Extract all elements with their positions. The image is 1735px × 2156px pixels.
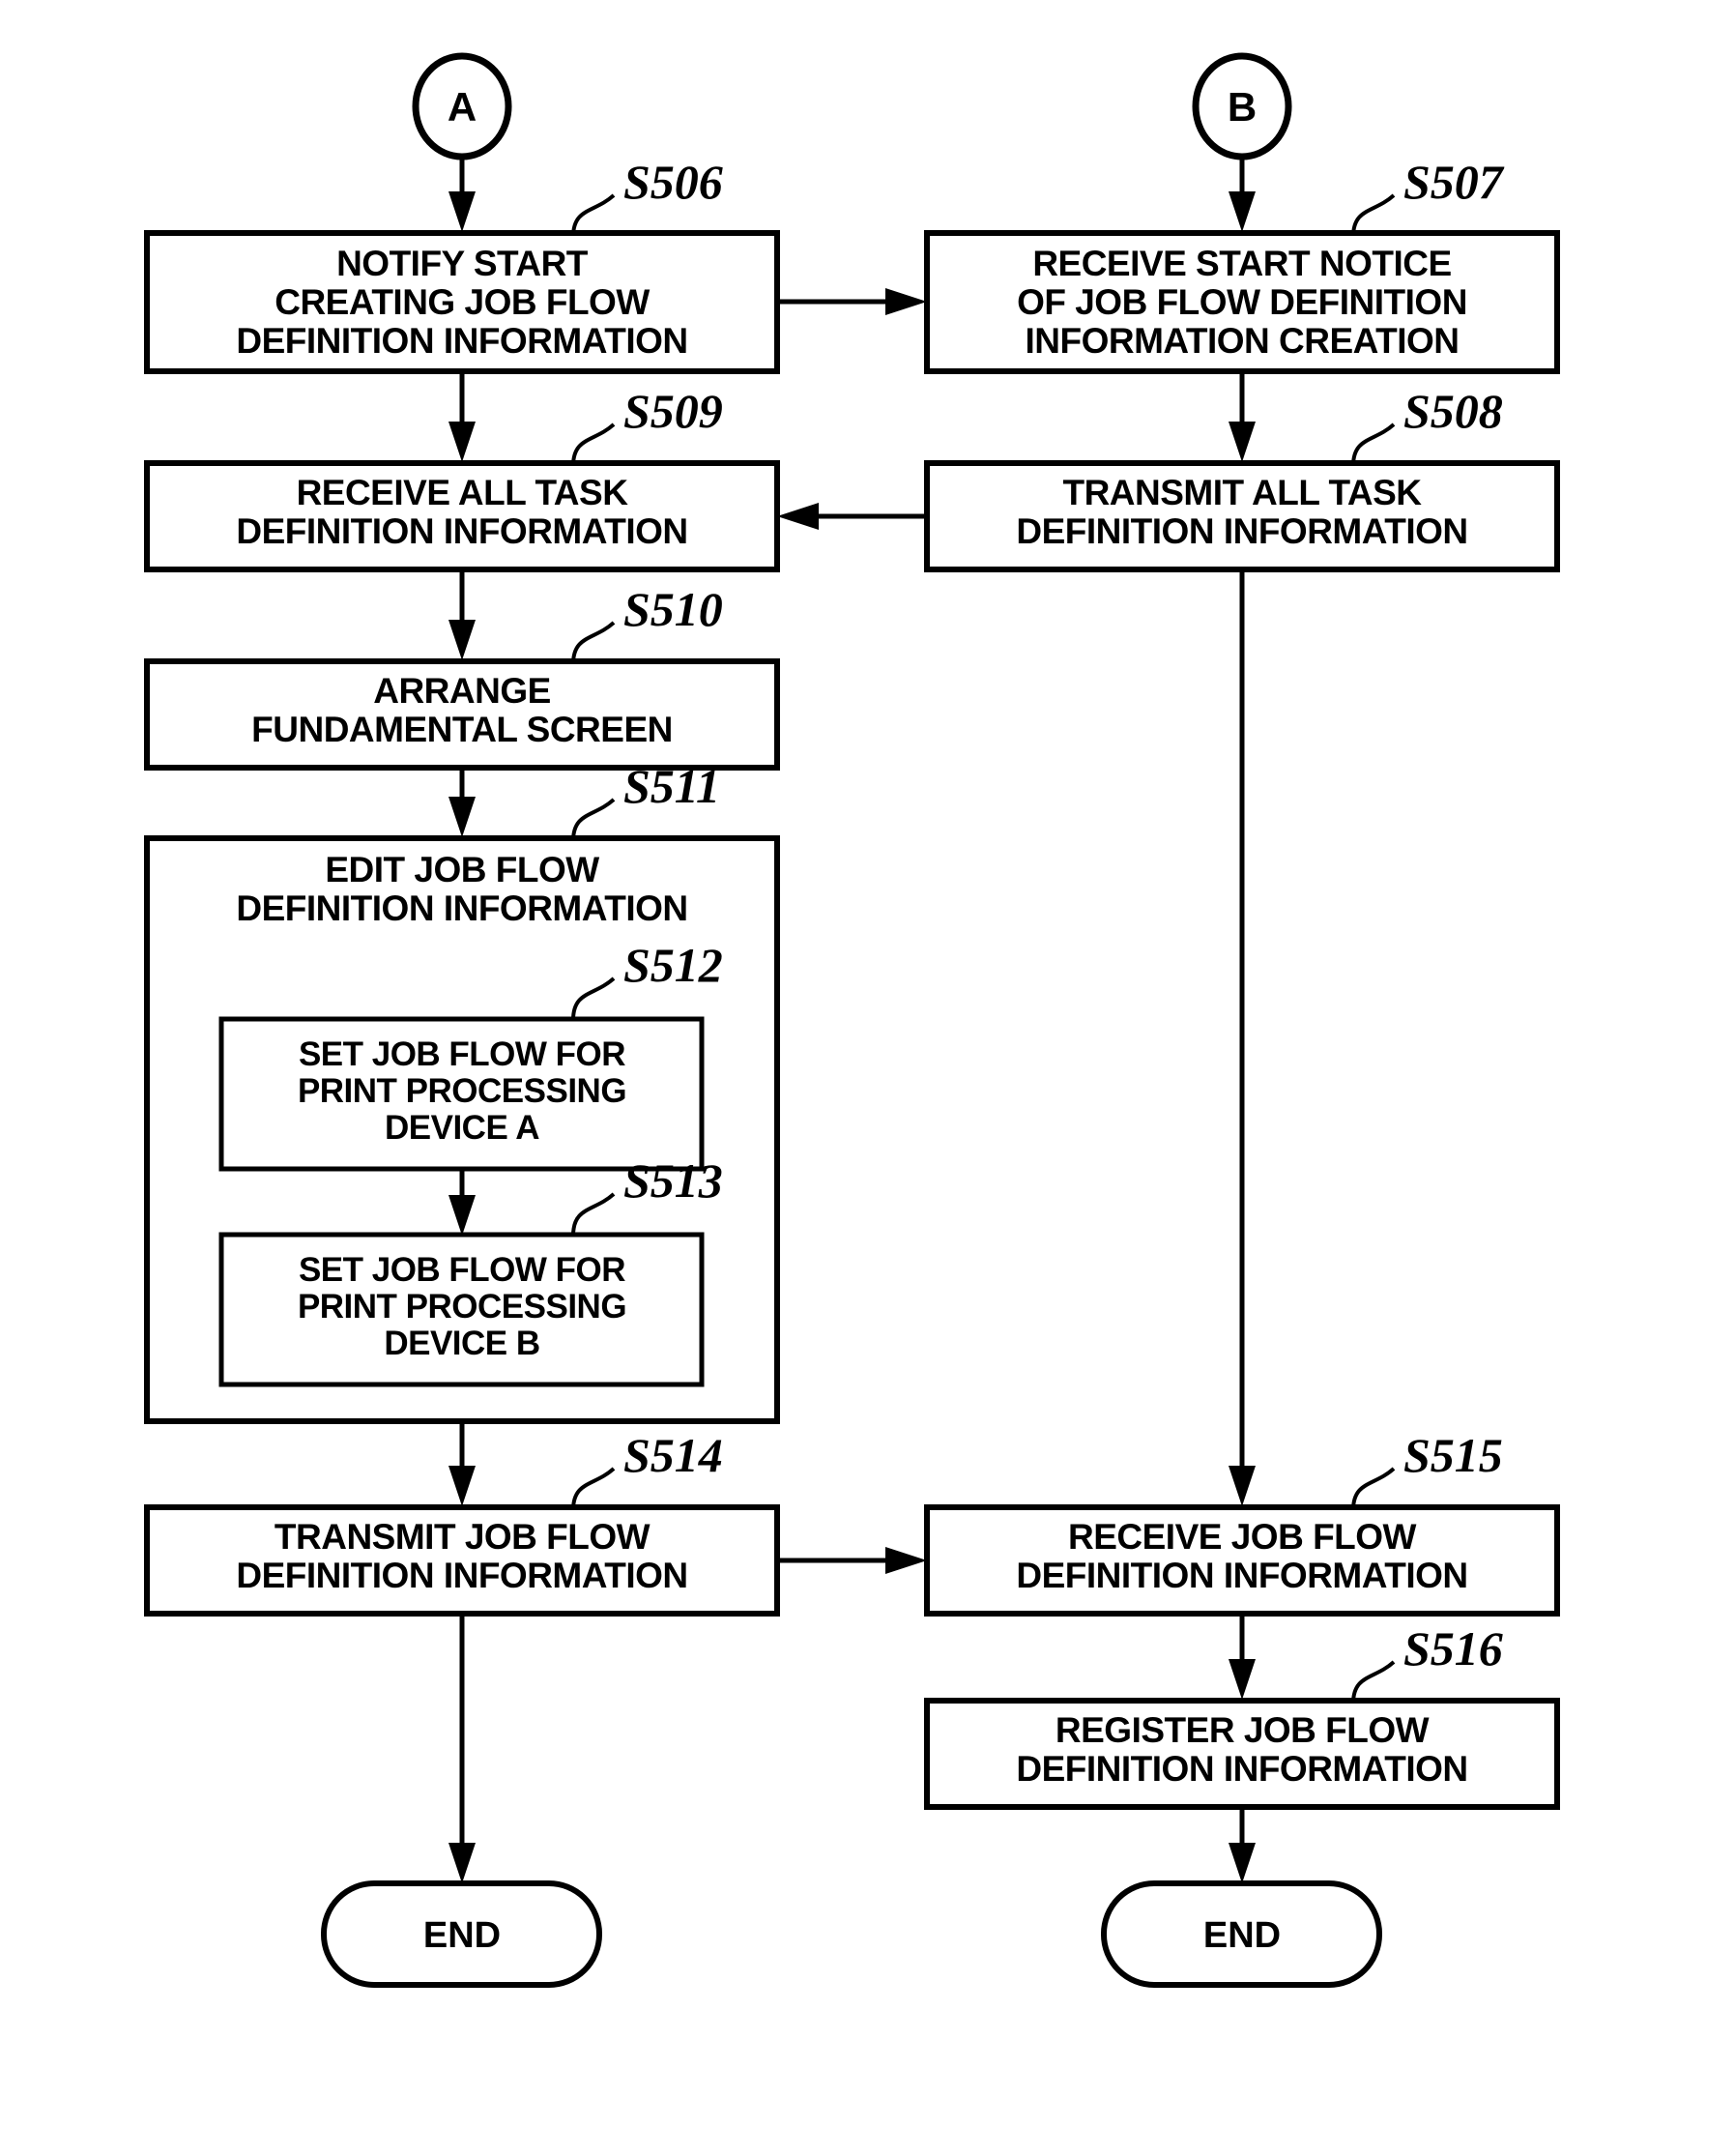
node-s516-line-2: DEFINITION INFORMATION: [1016, 1749, 1467, 1789]
step-label-s509-text: S509: [623, 384, 723, 438]
node-s508-line-2: DEFINITION INFORMATION: [1016, 511, 1467, 551]
node-s507: RECEIVE START NOTICE OF JOB FLOW DEFINIT…: [924, 230, 1560, 374]
edge-s515-to-s516: [1229, 1614, 1256, 1700]
node-s511-line-2: DEFINITION INFORMATION: [236, 889, 687, 928]
node-s516: REGISTER JOB FLOW DEFINITION INFORMATION: [924, 1698, 1560, 1810]
node-s513-line-2: PRINT PROCESSING: [298, 1288, 626, 1326]
node-s509: RECEIVE ALL TASK DEFINITION INFORMATION: [144, 460, 780, 572]
edge-s506-to-s507: [777, 288, 927, 315]
node-s507-line-2: OF JOB FLOW DEFINITION: [1017, 282, 1467, 322]
node-s513-line-1: SET JOB FLOW FOR: [299, 1251, 625, 1289]
node-s514-line-1: TRANSMIT JOB FLOW: [275, 1517, 651, 1557]
step-label-s509: S509: [571, 384, 723, 467]
node-s512-line-3: DEVICE A: [385, 1109, 539, 1147]
node-s506: NOTIFY START CREATING JOB FLOW DEFINITIO…: [144, 230, 780, 374]
step-label-s515: S515: [1351, 1428, 1503, 1511]
connector-a: A: [412, 52, 512, 160]
edge-s506-to-s509: [448, 371, 476, 462]
edge-s507-to-s508: [1229, 371, 1256, 462]
step-label-s508: S508: [1351, 384, 1503, 467]
edge-conn-b-to-s507: [1229, 158, 1256, 232]
node-s515: RECEIVE JOB FLOW DEFINITION INFORMATION: [924, 1504, 1560, 1617]
node-s514-line-2: DEFINITION INFORMATION: [236, 1556, 687, 1595]
node-s511-line-1: EDIT JOB FLOW: [325, 850, 599, 889]
step-label-s506-text: S506: [623, 155, 723, 209]
node-end-left: END: [321, 1880, 602, 1988]
step-label-s510-text: S510: [623, 582, 723, 636]
step-label-s508-text: S508: [1403, 384, 1503, 438]
edge-s510-to-s511: [448, 768, 476, 837]
node-s506-line-2: CREATING JOB FLOW: [275, 282, 650, 322]
node-s514: TRANSMIT JOB FLOW DEFINITION INFORMATION: [144, 1504, 780, 1617]
edge-s511-to-s514: [448, 1421, 476, 1506]
step-label-s513-text: S513: [623, 1153, 723, 1208]
step-label-s511: S511: [571, 759, 720, 842]
step-label-s512-text: S512: [623, 938, 723, 992]
edge-s508-to-s515: [1229, 569, 1256, 1506]
node-s512-line-2: PRINT PROCESSING: [298, 1072, 626, 1110]
connector-a-label: A: [448, 84, 477, 130]
node-s507-line-1: RECEIVE START NOTICE: [1032, 244, 1451, 283]
step-label-s507-text: S507: [1403, 155, 1505, 209]
node-s507-line-3: INFORMATION CREATION: [1025, 321, 1459, 361]
node-s515-line-2: DEFINITION INFORMATION: [1016, 1556, 1467, 1595]
node-s513: SET JOB FLOW FOR PRINT PROCESSING DEVICE…: [218, 1232, 705, 1387]
node-end-right-label: END: [1203, 1915, 1281, 1956]
node-s512-line-1: SET JOB FLOW FOR: [299, 1035, 625, 1073]
node-s509-line-2: DEFINITION INFORMATION: [236, 511, 687, 551]
node-s516-line-1: REGISTER JOB FLOW: [1055, 1710, 1430, 1750]
node-s515-line-1: RECEIVE JOB FLOW: [1068, 1517, 1417, 1557]
connector-b-label: B: [1228, 84, 1257, 130]
connector-b: B: [1192, 52, 1292, 160]
step-label-s511-text: S511: [623, 759, 720, 813]
edge-s508-to-s509: [777, 503, 927, 530]
flowchart-canvas: A B S506 NOTIFY START CREATING JOB FLOW …: [0, 0, 1735, 2156]
step-label-s514: S514: [571, 1428, 723, 1511]
edge-s514-to-s515: [777, 1547, 927, 1574]
node-s508-line-1: TRANSMIT ALL TASK: [1062, 473, 1422, 512]
node-s508: TRANSMIT ALL TASK DEFINITION INFORMATION: [924, 460, 1560, 572]
step-label-s516: S516: [1351, 1621, 1503, 1704]
node-s512: SET JOB FLOW FOR PRINT PROCESSING DEVICE…: [218, 1016, 705, 1172]
step-label-s515-text: S515: [1403, 1428, 1503, 1482]
node-s510-line-1: ARRANGE: [373, 671, 551, 711]
step-label-s514-text: S514: [623, 1428, 723, 1482]
node-s510-line-2: FUNDAMENTAL SCREEN: [251, 710, 673, 749]
flowchart-svg: A B S506 NOTIFY START CREATING JOB FLOW …: [144, 52, 1560, 1988]
node-s506-line-1: NOTIFY START: [336, 244, 589, 283]
edge-s516-to-end-right: [1229, 1807, 1256, 1883]
node-s506-line-3: DEFINITION INFORMATION: [236, 321, 687, 361]
edge-conn-a-to-s506: [448, 158, 476, 232]
step-label-s507: S507: [1351, 155, 1505, 238]
node-s509-line-1: RECEIVE ALL TASK: [297, 473, 629, 512]
edge-s509-to-s510: [448, 569, 476, 660]
edge-s514-to-end-left: [448, 1614, 476, 1883]
node-end-left-label: END: [423, 1915, 501, 1956]
step-label-s510: S510: [571, 582, 723, 665]
node-end-right: END: [1101, 1880, 1382, 1988]
node-s510: ARRANGE FUNDAMENTAL SCREEN: [144, 658, 780, 771]
step-label-s506: S506: [571, 155, 723, 238]
step-label-s516-text: S516: [1403, 1621, 1503, 1675]
node-s513-line-3: DEVICE B: [384, 1325, 539, 1362]
